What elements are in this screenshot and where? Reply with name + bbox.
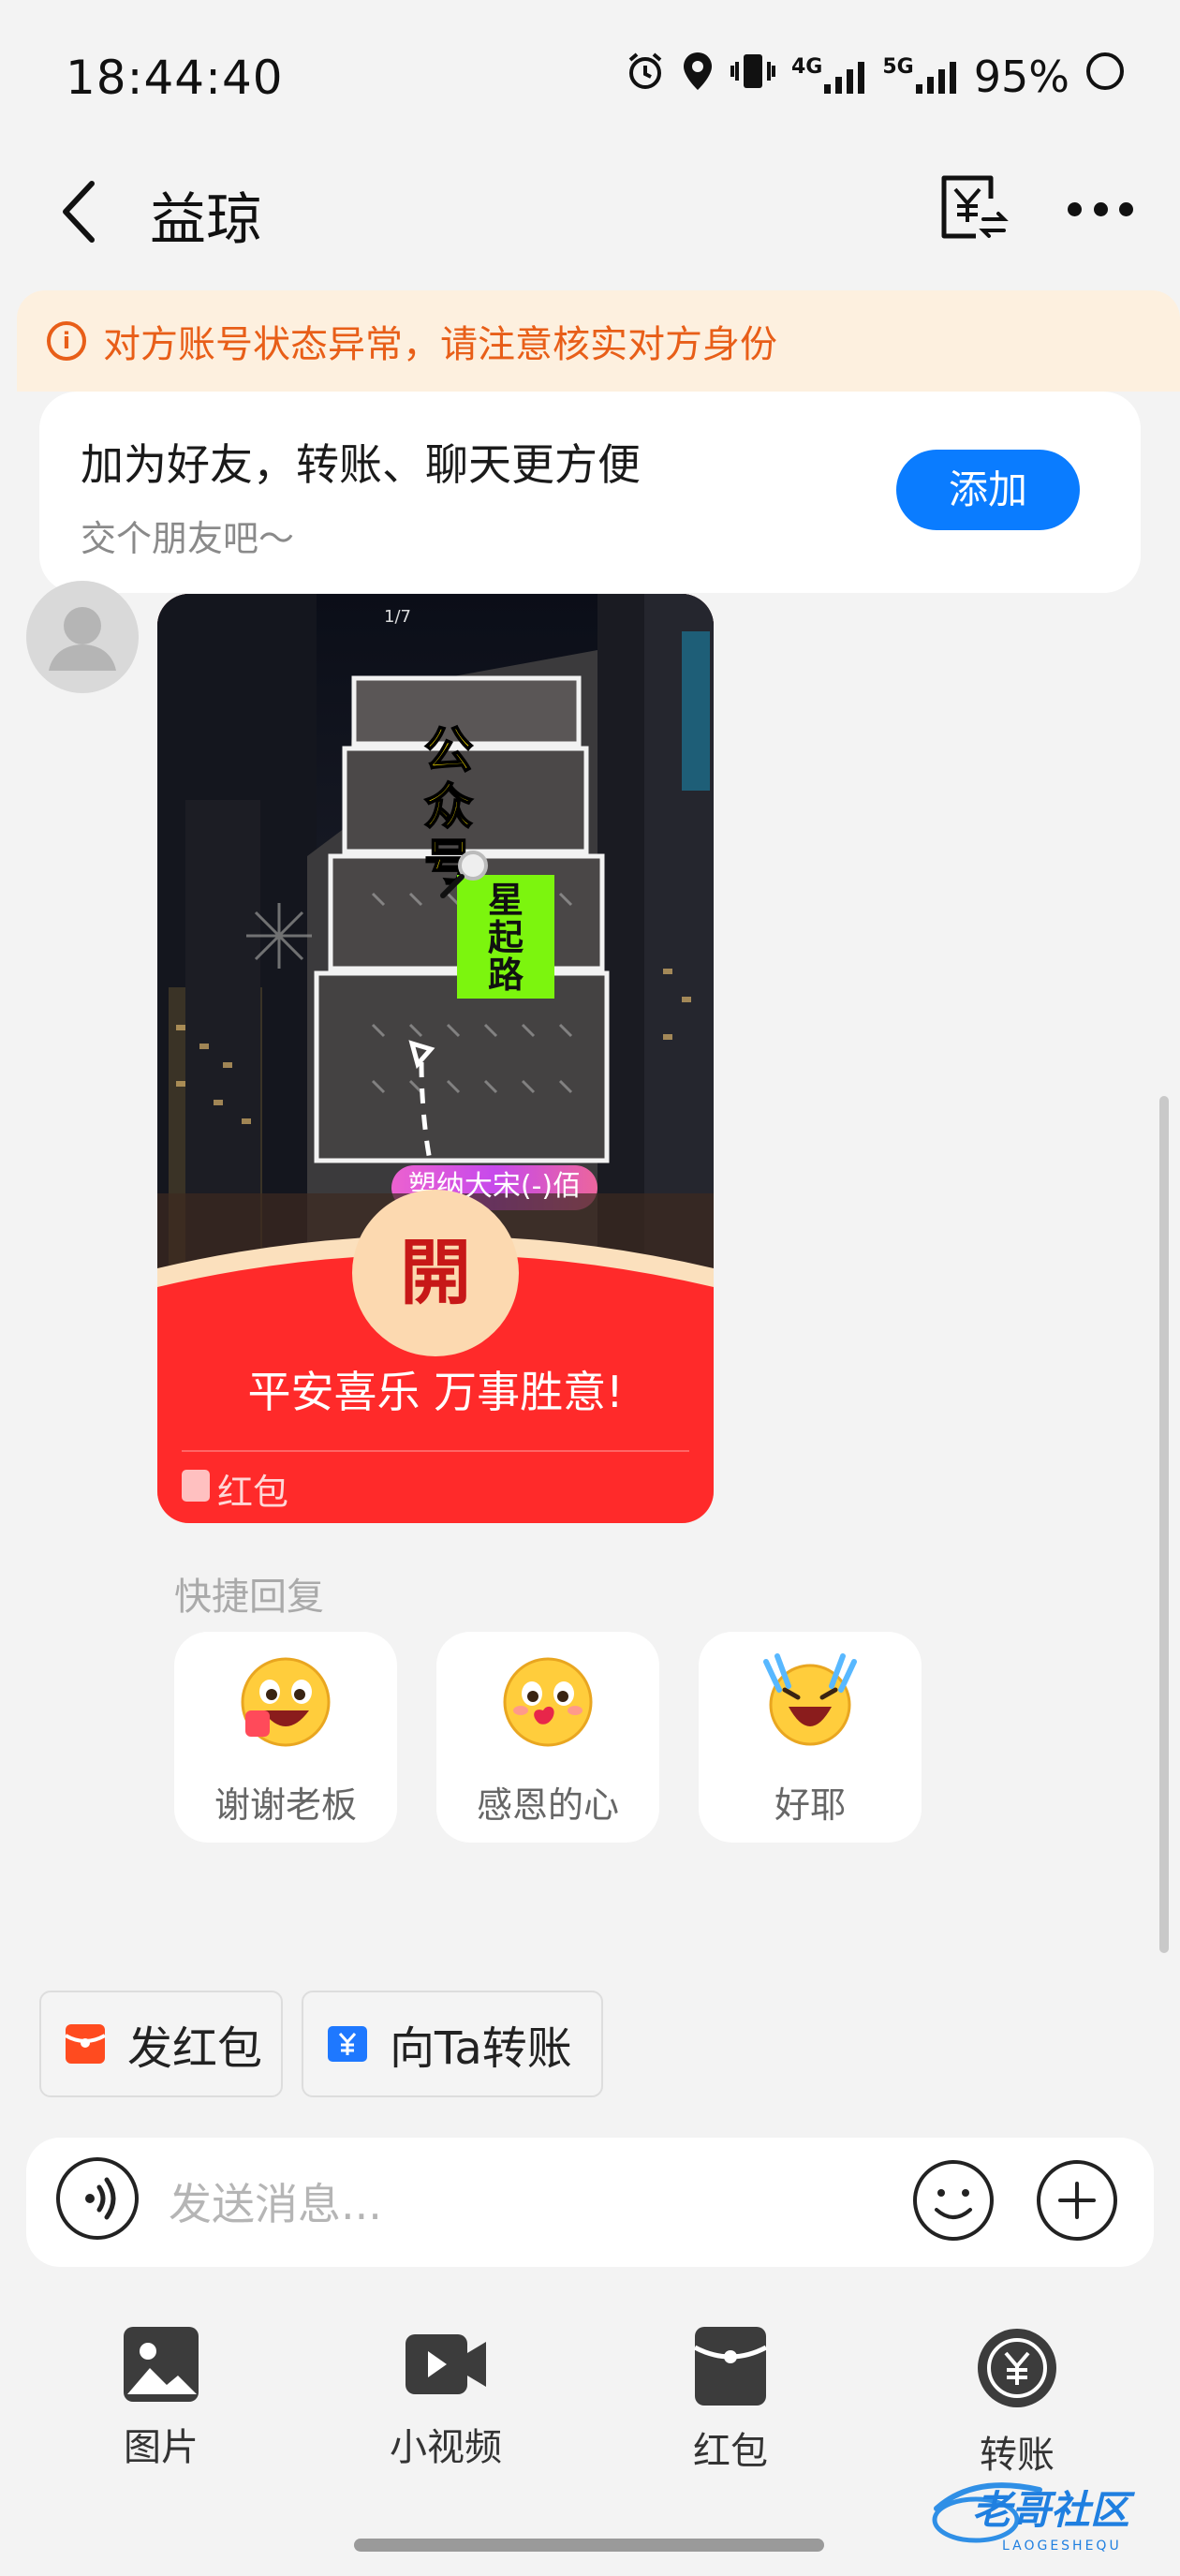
transfer-yuan-icon (978, 2329, 1056, 2407)
warning-text: 对方账号状态异常，请注意核实对方身份 (103, 323, 777, 366)
red-packet-label: 红包 (217, 1472, 289, 1513)
transfer-to-ta-label: 向Ta转账 (390, 2022, 572, 2075)
red-packet-wish: 平安喜乐 万事胜意! (247, 1367, 624, 1417)
red-packet-small-icon (182, 1470, 210, 1502)
overlay-text-2: 星起路 (488, 880, 524, 996)
battery-icon (1084, 51, 1126, 102)
signal-4g-icon: 4G (791, 54, 867, 96)
red-packet-divider (182, 1450, 689, 1452)
tool-short-video[interactable]: 小视频 (352, 2325, 539, 2494)
status-time: 18:44:40 (66, 51, 284, 105)
transfer-to-ta-button[interactable]: 向Ta转账 (302, 1991, 603, 2097)
chat-title: 益琼 (150, 187, 262, 253)
watermark-subtext: LAOGESHEQU (1002, 2539, 1122, 2554)
battery-percent: 95% (973, 51, 1069, 102)
back-arrow-icon (63, 181, 95, 243)
home-indicator[interactable] (354, 2539, 824, 2552)
account-warning-banner: i 对方账号状态异常，请注意核实对方身份 (17, 290, 1180, 392)
quick-reply-label: 谢谢老板 (214, 1784, 357, 1826)
info-icon: i (47, 321, 86, 361)
quick-reply-label: 感恩的心 (476, 1784, 619, 1826)
transfer-receipt-icon (941, 175, 1009, 239)
snowflake-decoration (246, 903, 312, 969)
red-packet-chip-icon (65, 2024, 106, 2064)
grinning-thanks-emoji-icon (241, 1657, 331, 1747)
status-icons: 4G 5G 95% (625, 51, 1126, 102)
page-indicator-svg: 1/7 (384, 607, 411, 627)
network-label-4g: 4G (791, 54, 823, 79)
quick-reply-grateful-heart[interactable]: 感恩的心 (436, 1632, 659, 1843)
default-avatar-icon (49, 607, 116, 671)
add-friend-card: 加为好友，转账、聊天更方便 交个朋友吧～ 添加 (39, 392, 1141, 593)
alarm-icon (625, 51, 666, 102)
add-friend-button[interactable]: 添加 (896, 450, 1080, 530)
grateful-heart-emoji-icon (503, 1657, 593, 1747)
image-icon (124, 2327, 199, 2402)
smiley-icon (913, 2160, 994, 2241)
tool-label: 图片 (124, 2426, 199, 2469)
message-input[interactable] (169, 2171, 880, 2237)
cheering-emoji-icon (763, 1653, 857, 1746)
quick-reply-yay[interactable]: 好耶 (699, 1632, 922, 1843)
send-red-packet-label: 发红包 (127, 2022, 263, 2075)
open-red-packet-button[interactable]: 開 (352, 1190, 519, 1356)
overlay-xingqilu: 星起路 (488, 880, 524, 996)
tool-label: 小视频 (390, 2426, 502, 2469)
watermark-logo: 老哥社区 LAOGESHEQU (932, 2482, 1136, 2554)
quick-reply-thanks-boss[interactable]: 谢谢老板 (174, 1632, 397, 1843)
back-button[interactable] (54, 174, 111, 249)
video-icon (406, 2334, 486, 2394)
tool-transfer[interactable]: 转账 (923, 2325, 1111, 2494)
voice-icon (85, 2177, 116, 2220)
more-actions-button[interactable] (1034, 2157, 1120, 2243)
tool-red-packet[interactable]: 红包 (637, 2325, 824, 2494)
red-packet-icon (693, 2327, 768, 2406)
quick-reply-label: 好耶 (774, 1784, 846, 1826)
location-icon (681, 51, 715, 102)
red-packet-message[interactable]: 公众号 星起路 1/7 塑纳大宋(-)佰 開 平安喜乐 万事胜意! 红包 (157, 594, 714, 1523)
plus-icon (1037, 2160, 1117, 2241)
tool-image[interactable]: 图片 (67, 2325, 255, 2494)
add-friend-title: 加为好友，转账、聊天更方便 (81, 439, 641, 490)
transfer-chip-icon (328, 2026, 367, 2062)
vibrate-icon (730, 51, 776, 102)
more-dots-icon[interactable] (1068, 187, 1133, 230)
emoji-button[interactable] (910, 2157, 996, 2243)
red-packet-cover-image: 公众号 星起路 1/7 塑纳大宋(-)佰 (157, 594, 714, 1268)
voice-input-button[interactable] (56, 2157, 139, 2240)
watermark-text: 老哥社区 (972, 2487, 1136, 2533)
quick-reply-title: 快捷回复 (174, 1576, 324, 1619)
signal-5g-icon: 5G (882, 54, 958, 96)
send-red-packet-button[interactable]: 发红包 (39, 1991, 283, 2097)
chat-scrollbar[interactable] (1159, 1096, 1169, 1953)
tool-label: 红包 (693, 2430, 768, 2473)
network-label-5g: 5G (882, 54, 914, 79)
transfer-receipt-button[interactable] (937, 170, 1011, 245)
add-friend-subtitle: 交个朋友吧～ (81, 518, 295, 559)
avatar[interactable] (26, 581, 139, 693)
